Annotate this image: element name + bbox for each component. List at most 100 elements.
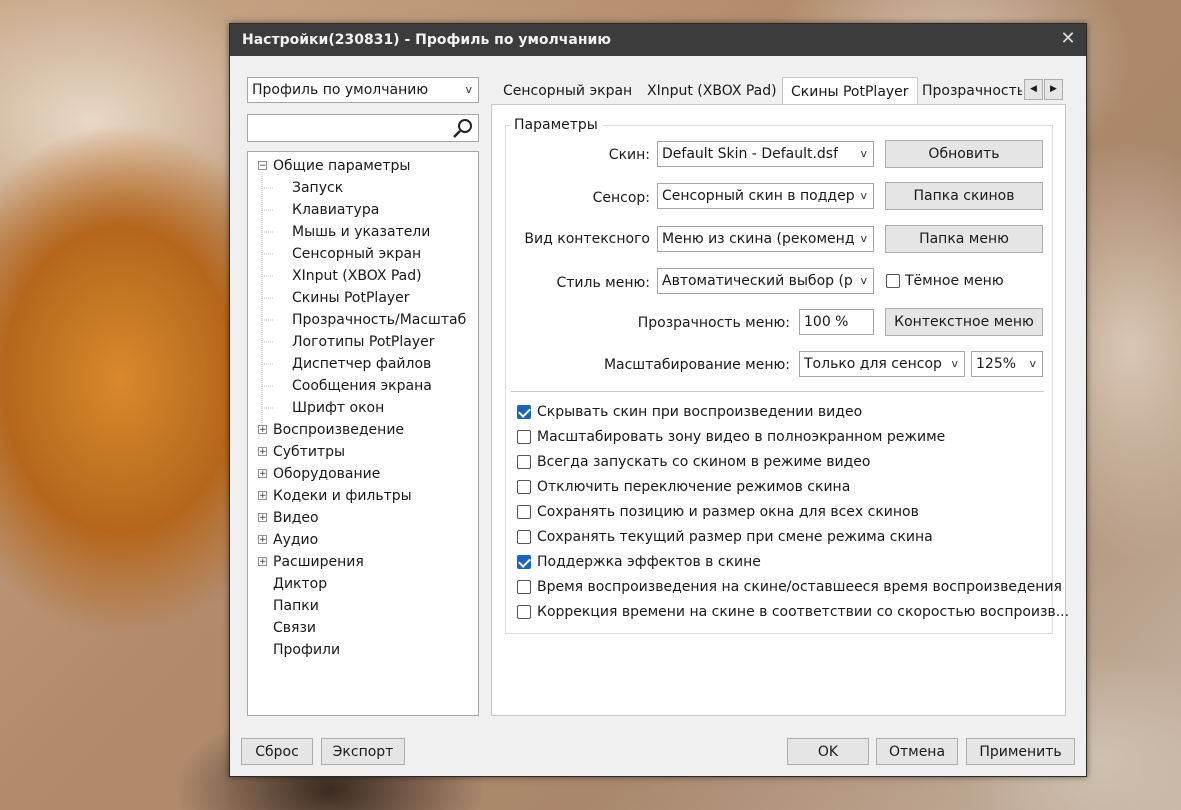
- reset-button[interactable]: Сброс: [241, 738, 313, 765]
- tree-item-subtitles[interactable]: Субтитры: [273, 441, 345, 463]
- option-checkbox[interactable]: [517, 505, 531, 519]
- expand-icon[interactable]: +: [258, 425, 267, 435]
- scale-value: Только для сенсор: [804, 356, 942, 372]
- scale-label: Масштабирование меню:: [603, 357, 790, 373]
- search-input[interactable]: [247, 114, 479, 142]
- tree-item-audio[interactable]: Аудио: [273, 529, 318, 551]
- skin-value: Default Skin - Default.dsf: [662, 146, 839, 162]
- option-label: Масштабировать зону видео в полноэкранно…: [537, 429, 946, 445]
- divider: [511, 391, 1044, 392]
- title-bar[interactable]: Настройки(230831) - Профиль по умолчанию…: [230, 24, 1086, 56]
- option-label: Отключить переключение режимов скина: [537, 479, 851, 495]
- tree-item-xinput[interactable]: XInput (XBOX Pad): [292, 265, 422, 287]
- context-menu-button[interactable]: Контекстное меню: [885, 308, 1043, 336]
- tree-item-mouse[interactable]: Мышь и указатели: [292, 221, 430, 243]
- refresh-button[interactable]: Обновить: [885, 140, 1043, 168]
- option-checkbox[interactable]: [517, 605, 531, 619]
- tree-item-osd-messages[interactable]: Сообщения экрана: [292, 375, 432, 397]
- scale-percent-select[interactable]: 125% v: [971, 351, 1043, 377]
- sensor-value: Сенсорный скин в поддер: [662, 188, 855, 204]
- tree-item-file-manager[interactable]: Диспетчер файлов: [292, 353, 431, 375]
- scale-percent-value: 125%: [976, 356, 1017, 372]
- tree-item-window-font[interactable]: Шрифт окон: [292, 397, 384, 419]
- expand-icon[interactable]: +: [258, 557, 267, 567]
- tree-item-touchscreen[interactable]: Сенсорный экран: [292, 243, 421, 265]
- skins-folder-button[interactable]: Папка скинов: [885, 182, 1043, 210]
- option-checkbox[interactable]: [517, 480, 531, 494]
- context-select[interactable]: Меню из скина (рекоменд v: [657, 226, 874, 252]
- expand-icon[interactable]: +: [258, 469, 267, 479]
- ok-button[interactable]: OK: [787, 738, 869, 765]
- option-label: Сохранять позицию и размер окна для всех…: [537, 504, 919, 520]
- tree-item-transparency[interactable]: Прозрачность/Масштаб: [292, 309, 466, 331]
- option-checkbox[interactable]: [517, 430, 531, 444]
- tree-item-extensions[interactable]: Расширения: [273, 551, 364, 573]
- sensor-label: Сенсор:: [592, 190, 650, 206]
- option-label: Скрывать скин при воспроизведении видео: [537, 404, 863, 420]
- tab-scroll-left-icon[interactable]: ◀: [1024, 79, 1043, 100]
- option-checkbox[interactable]: [517, 405, 531, 419]
- profile-select[interactable]: Профиль по умолчанию v: [247, 77, 479, 103]
- option-checkbox[interactable]: [517, 530, 531, 544]
- tab-scroll-right-icon[interactable]: ▶: [1044, 79, 1063, 100]
- tab-transparency[interactable]: Прозрачность: [922, 78, 1022, 104]
- menu-style-select[interactable]: Автоматический выбор (р v: [657, 268, 874, 294]
- scale-select[interactable]: Только для сенсор v: [799, 351, 965, 377]
- tree-item-general[interactable]: Общие параметры: [273, 155, 410, 177]
- option-label: Время воспроизведения на скине/оставшеес…: [537, 579, 1062, 595]
- close-icon[interactable]: ✕: [1058, 29, 1078, 49]
- style-value: Автоматический выбор (р: [662, 273, 853, 289]
- tree-item-playback[interactable]: Воспроизведение: [273, 419, 404, 441]
- tree-item-video[interactable]: Видео: [273, 507, 319, 529]
- chevron-down-icon: v: [860, 147, 867, 160]
- chevron-down-icon: v: [860, 274, 867, 287]
- expand-icon[interactable]: +: [258, 513, 267, 523]
- tree-item-profiles[interactable]: Профили: [273, 639, 340, 661]
- cancel-button[interactable]: Отмена: [876, 738, 958, 765]
- settings-window: Настройки(230831) - Профиль по умолчанию…: [229, 23, 1087, 777]
- chevron-down-icon: v: [465, 83, 472, 96]
- export-button[interactable]: Экспорт: [321, 738, 405, 765]
- dark-menu-label: Тёмное меню: [905, 273, 1004, 289]
- settings-tree[interactable]: − Общие параметры Запуск Клавиатура Мышь…: [247, 151, 479, 716]
- context-value: Меню из скина (рекоменд: [662, 231, 855, 247]
- option-label: Сохранять текущий размер при смене режим…: [537, 529, 933, 545]
- chevron-down-icon: v: [860, 232, 867, 245]
- search-icon[interactable]: [452, 118, 474, 138]
- option-label: Всегда запускать со скином в режиме виде…: [537, 454, 871, 470]
- window-title: Настройки(230831) - Профиль по умолчанию: [242, 32, 611, 48]
- opacity-label: Прозрачность меню:: [637, 315, 790, 331]
- opacity-value: 100 %: [804, 314, 849, 330]
- expand-icon[interactable]: +: [258, 535, 267, 545]
- collapse-icon[interactable]: −: [258, 161, 267, 171]
- tab-touchscreen[interactable]: Сенсорный экран: [503, 78, 632, 104]
- tree-item-keyboard[interactable]: Клавиатура: [292, 199, 379, 221]
- tree-item-associations[interactable]: Связи: [273, 617, 316, 639]
- expand-icon[interactable]: +: [258, 447, 267, 457]
- option-label: Коррекция времени на скине в соответстви…: [537, 604, 1070, 620]
- tree-item-narrator[interactable]: Диктор: [273, 573, 327, 595]
- tab-xinput[interactable]: XInput (XBOX Pad): [647, 78, 777, 104]
- expand-icon[interactable]: +: [258, 491, 267, 501]
- context-label: Вид контексного: [524, 231, 650, 247]
- tab-skins[interactable]: Скины PotPlayer: [782, 77, 918, 106]
- tree-item-folders[interactable]: Папки: [273, 595, 319, 617]
- tree-item-codecs[interactable]: Кодеки и фильтры: [273, 485, 412, 507]
- tab-panel: Параметры Скин: Default Skin - Default.d…: [491, 104, 1070, 716]
- tree-item-skins[interactable]: Скины PotPlayer: [292, 287, 410, 309]
- option-label: Поддержка эффектов в скине: [537, 554, 761, 570]
- tree-item-logos[interactable]: Логотипы PotPlayer: [292, 331, 435, 353]
- opacity-input[interactable]: 100 %: [799, 309, 874, 335]
- apply-button[interactable]: Применить: [966, 738, 1075, 765]
- tree-item-hardware[interactable]: Оборудование: [273, 463, 380, 485]
- tree-item-startup[interactable]: Запуск: [292, 177, 343, 199]
- option-checkbox[interactable]: [517, 580, 531, 594]
- dark-menu-checkbox[interactable]: [886, 274, 900, 288]
- skin-select[interactable]: Default Skin - Default.dsf v: [657, 141, 874, 167]
- sensor-select[interactable]: Сенсорный скин в поддер v: [657, 183, 874, 209]
- chevron-down-icon: v: [1029, 357, 1036, 370]
- option-checkbox[interactable]: [517, 455, 531, 469]
- menu-folder-button[interactable]: Папка меню: [885, 225, 1043, 253]
- profile-value: Профиль по умолчанию: [252, 82, 429, 98]
- option-checkbox[interactable]: [517, 555, 531, 569]
